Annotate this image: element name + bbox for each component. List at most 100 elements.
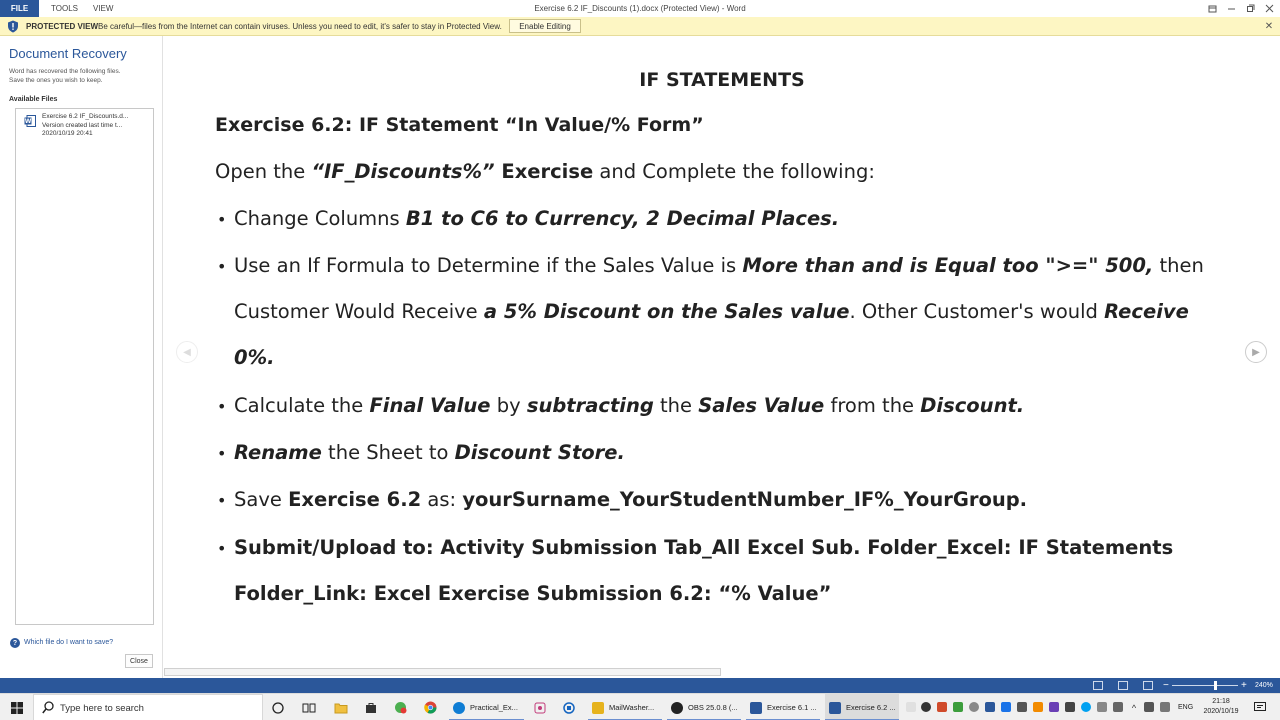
recovered-file-item[interactable]: W Exercise 6.2 IF_Discounts.d... Version… (18, 111, 151, 143)
exercise-heading: Exercise 6.2: IF Statement “In Value/% F… (215, 114, 704, 136)
bullet-dot: • (217, 257, 227, 276)
tray-app-icon[interactable] (1001, 702, 1011, 712)
text-run: subtracting (526, 394, 654, 417)
text-run: Discount Store. (454, 441, 625, 464)
view-menu[interactable]: VIEW (93, 0, 113, 17)
show-hidden-icons-icon[interactable]: ^ (1128, 694, 1140, 720)
maximize-icon[interactable] (1240, 0, 1260, 17)
taskbar-app-mailwasher[interactable]: MailWasher... (588, 694, 662, 720)
bullet-save-exercise: • Save Exercise 6.2 as: yourSurname_YourS… (217, 488, 1027, 511)
bullet-rename-sheet: • Rename the Sheet to Discount Store. (217, 441, 625, 464)
restore-ribbon-icon[interactable] (1202, 0, 1222, 17)
notifications-icon[interactable] (1250, 694, 1270, 720)
text-run: . Other Customer's would (849, 300, 1105, 323)
minimize-icon[interactable] (1221, 0, 1241, 17)
windows-start-icon[interactable] (0, 694, 33, 720)
text-run: Sales Value (698, 394, 825, 417)
close-icon[interactable] (1259, 0, 1279, 17)
next-page-icon[interactable]: ▶ (1245, 341, 1267, 363)
zoom-out-icon[interactable]: − (1163, 678, 1169, 693)
tools-menu[interactable]: TOOLS (51, 0, 78, 17)
system-clock[interactable]: 21:18 2020/10/19 (1198, 697, 1244, 717)
recovery-desc-line: Save the ones you wish to keep. (9, 76, 103, 84)
volume-icon[interactable] (1160, 702, 1170, 712)
text-run: Customer Would Receive (234, 300, 484, 323)
help-icon: ? (10, 638, 20, 648)
input-language[interactable]: ENG (1178, 694, 1193, 720)
zoom-level[interactable]: 240% (1255, 678, 1273, 693)
text-run: Exercise 6.2 (288, 488, 422, 511)
tray-app-icon[interactable] (1049, 702, 1059, 712)
protected-view-message: Be careful—files from the Internet can c… (98, 21, 502, 31)
text-run: Calculate the (234, 394, 370, 417)
word-icon (750, 701, 762, 714)
zoom-in-icon[interactable]: + (1241, 678, 1247, 693)
tray-app-icon[interactable] (1113, 702, 1123, 712)
text-run: then (1153, 254, 1204, 277)
pinned-app-icon[interactable] (559, 694, 579, 720)
taskbar-app-edge[interactable]: Practical_Ex... (449, 694, 524, 720)
clock-date: 2020/10/19 (1203, 708, 1239, 715)
word-window: FILE TOOLS VIEW Exercise 6.2 IF_Discount… (0, 0, 1280, 720)
cortana-icon[interactable] (267, 694, 289, 720)
document-area: IF STATEMENTS Exercise 6.2: IF Statement… (164, 36, 1280, 678)
tray-app-icon[interactable] (1065, 702, 1075, 712)
text-run: 0%. (234, 346, 275, 369)
text-run: yourSurname_YourStudentNumber_IF%_YourGr… (462, 488, 1028, 511)
file-menu[interactable]: FILE (0, 0, 39, 17)
horizontal-scrollbar[interactable] (164, 668, 721, 676)
taskbar-app-obs[interactable]: OBS 25.0.8 (... (667, 694, 741, 720)
bullet-dot: • (217, 491, 227, 510)
tray-app-icon[interactable] (1097, 702, 1107, 712)
taskbar-search-box[interactable]: Type here to search (33, 694, 263, 720)
store-icon[interactable] (360, 694, 382, 720)
print-layout-icon[interactable] (1118, 681, 1128, 690)
network-icon[interactable] (1144, 702, 1154, 712)
recovered-files-list: W Exercise 6.2 IF_Discounts.d... Version… (15, 108, 154, 625)
enable-editing-button[interactable]: Enable Editing (509, 19, 581, 33)
which-file-help-link[interactable]: Which file do I want to save? (24, 639, 113, 646)
pinned-app-icon[interactable] (530, 694, 550, 720)
recovery-title: Document Recovery (9, 46, 127, 61)
tray-app-icon[interactable] (985, 702, 995, 712)
tray-app-icon[interactable] (969, 702, 979, 712)
edge-icon (453, 701, 465, 714)
status-bar: − + 240% (0, 678, 1280, 693)
svg-text:W: W (25, 118, 32, 125)
bullet-submit-upload-line2: Folder_Link: Excel Exercise Submission 6… (234, 582, 832, 605)
text-run: Rename (234, 441, 322, 464)
tray-app-icon[interactable] (953, 702, 963, 712)
text-run: Save (234, 488, 289, 511)
zoom-slider[interactable] (1172, 685, 1238, 686)
tray-app-icon[interactable] (1033, 702, 1043, 712)
previous-page-icon[interactable]: ◀ (176, 341, 198, 363)
mailwasher-icon (592, 701, 604, 714)
document-page: IF STATEMENTS Exercise 6.2: IF Statement… (164, 36, 1280, 678)
taskbar-app-label: OBS 25.0.8 (... (688, 703, 738, 712)
taskbar-app-word-6-2[interactable]: Exercise 6.2 ... (825, 694, 899, 720)
text-run: Open the (215, 160, 312, 183)
tray-app-icon[interactable] (906, 702, 916, 712)
chrome-icon[interactable] (419, 694, 441, 720)
tray-app-icon[interactable] (1017, 702, 1027, 712)
text-run: “IF_Discounts%” (311, 160, 495, 183)
protected-view-bar: PROTECTED VIEW Be careful—files from the… (0, 17, 1280, 36)
tray-app-icon[interactable] (921, 702, 931, 712)
text-run: Exercise (494, 160, 594, 183)
taskbar-app-word-6-1[interactable]: Exercise 6.1 ... (746, 694, 820, 720)
text-run: Submit/Upload to: Activity Submission Ta… (234, 536, 1174, 559)
text-run: and Complete the following: (593, 160, 875, 183)
file-explorer-icon[interactable] (330, 694, 352, 720)
taskbar-app-label: Exercise 6.2 ... (846, 703, 896, 712)
zoom-slider-thumb[interactable] (1214, 681, 1218, 690)
tray-app-icon[interactable] (1081, 702, 1091, 712)
close-bar-icon[interactable]: ✕ (1262, 17, 1276, 35)
read-mode-icon[interactable] (1093, 681, 1103, 690)
task-view-icon[interactable] (298, 694, 320, 720)
tray-app-icon[interactable] (937, 702, 947, 712)
word-doc-icon: W (24, 115, 36, 127)
web-layout-icon[interactable] (1143, 681, 1153, 690)
android-app-icon[interactable] (389, 694, 411, 720)
text-run: as: (421, 488, 463, 511)
recovery-close-button[interactable]: Close (125, 654, 153, 668)
